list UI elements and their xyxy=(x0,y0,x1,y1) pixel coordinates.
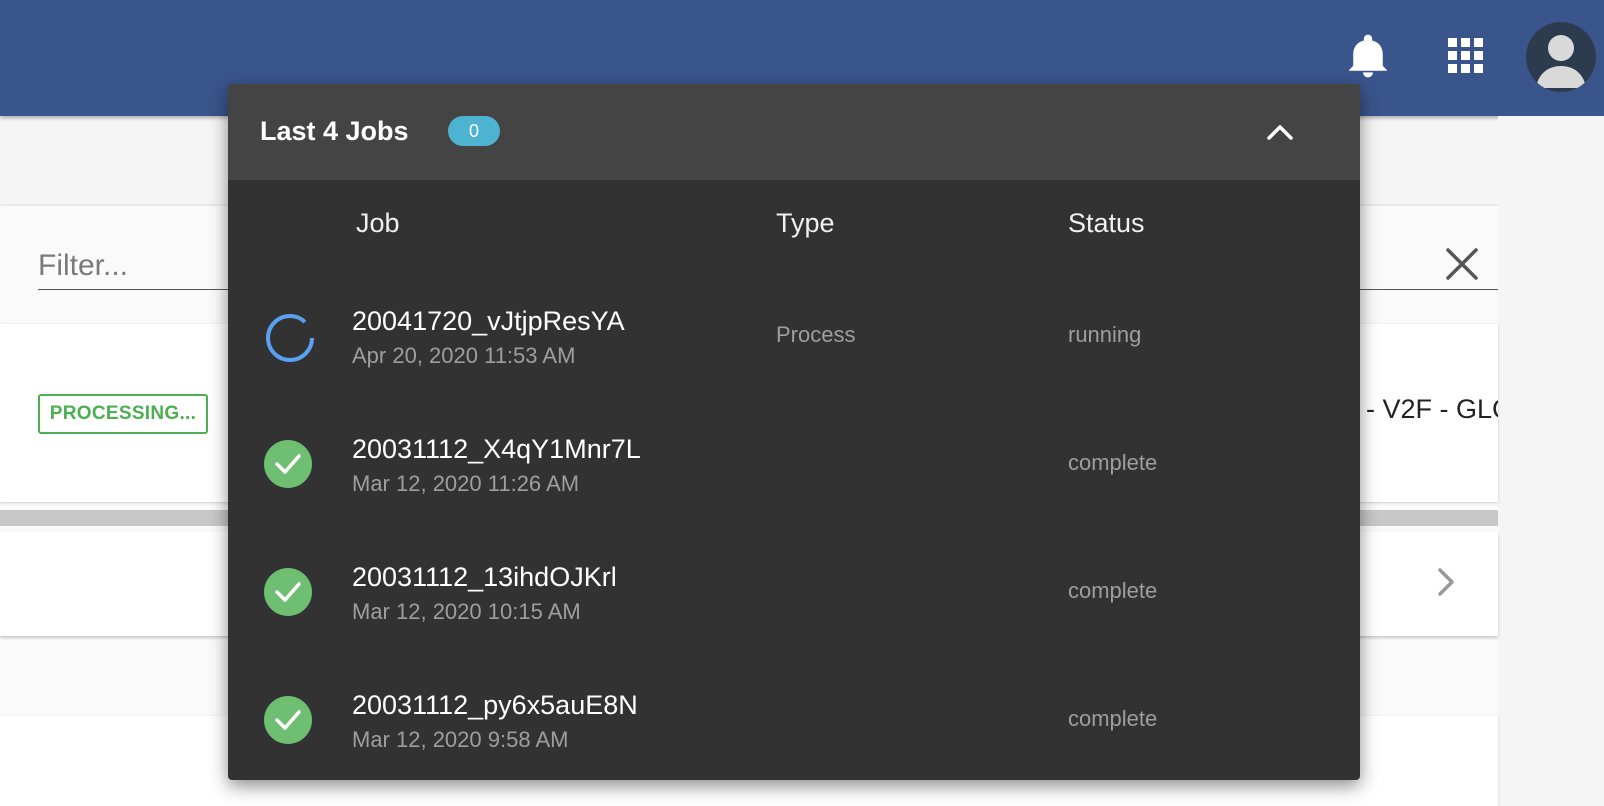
expand-button[interactable] xyxy=(1432,562,1462,602)
job-date: Mar 12, 2020 11:26 AM xyxy=(352,471,580,496)
check-circle-icon xyxy=(264,440,312,488)
job-id: 20031112_13ihdOJKrl xyxy=(352,562,617,592)
apps-button[interactable] xyxy=(1436,26,1496,86)
job-row[interactable]: 20041720_vJtjpResYA Apr 20, 2020 11:53 A… xyxy=(228,282,1360,410)
account-avatar[interactable] xyxy=(1526,22,1596,92)
jobs-popup: Last 4 Jobs 0 Job Type Status 20041720_v… xyxy=(228,84,1360,780)
job-status: complete xyxy=(1068,706,1158,731)
account-avatar-icon xyxy=(1536,35,1586,88)
job-id: 20031112_py6x5auE8N xyxy=(352,690,638,720)
job-date: Apr 20, 2020 11:53 AM xyxy=(352,343,576,368)
bell-icon xyxy=(1349,34,1387,78)
column-header-type: Type xyxy=(776,208,835,238)
column-header-status: Status xyxy=(1068,208,1145,238)
row-status-icon xyxy=(264,696,316,748)
job-id: 20041720_vJtjpResYA xyxy=(352,306,625,336)
job-date: Mar 12, 2020 9:58 AM xyxy=(352,727,569,752)
spinner-icon xyxy=(266,314,314,362)
chevron-up-icon xyxy=(1267,125,1293,140)
jobs-popup-header: Last 4 Jobs 0 xyxy=(228,84,1360,180)
job-type: Process xyxy=(776,322,856,347)
check-circle-icon xyxy=(264,568,312,616)
chevron-right-icon xyxy=(1438,568,1454,596)
clear-filter-button[interactable] xyxy=(1444,246,1480,282)
close-icon xyxy=(1446,248,1478,280)
job-date: Mar 12, 2020 10:15 AM xyxy=(352,599,581,624)
job-status: complete xyxy=(1068,450,1158,475)
job-row[interactable]: 20031112_13ihdOJKrl Mar 12, 2020 10:15 A… xyxy=(228,538,1360,666)
row-status-icon xyxy=(264,440,316,492)
jobs-popup-title: Last 4 Jobs xyxy=(260,116,409,146)
row-status-icon xyxy=(264,312,316,364)
job-row[interactable]: 20031112_X4qY1Mnr7L Mar 12, 2020 11:26 A… xyxy=(228,410,1360,538)
column-header-job: Job xyxy=(356,208,400,238)
notifications-button[interactable] xyxy=(1338,26,1398,86)
row-status-icon xyxy=(264,568,316,620)
job-status: complete xyxy=(1068,578,1158,603)
status-badge: PROCESSING... xyxy=(38,394,208,434)
job-id: 20031112_X4qY1Mnr7L xyxy=(352,434,641,464)
page-margin xyxy=(1498,116,1604,806)
process-card-title: - V2F - GLC xyxy=(1366,394,1498,424)
apps-grid-icon xyxy=(1448,38,1483,73)
check-circle-icon xyxy=(264,696,312,744)
jobs-count-badge: 0 xyxy=(448,116,500,146)
collapse-button[interactable] xyxy=(1260,112,1300,152)
job-status: running xyxy=(1068,322,1142,347)
job-row[interactable]: 20031112_py6x5auE8N Mar 12, 2020 9:58 AM… xyxy=(228,666,1360,780)
